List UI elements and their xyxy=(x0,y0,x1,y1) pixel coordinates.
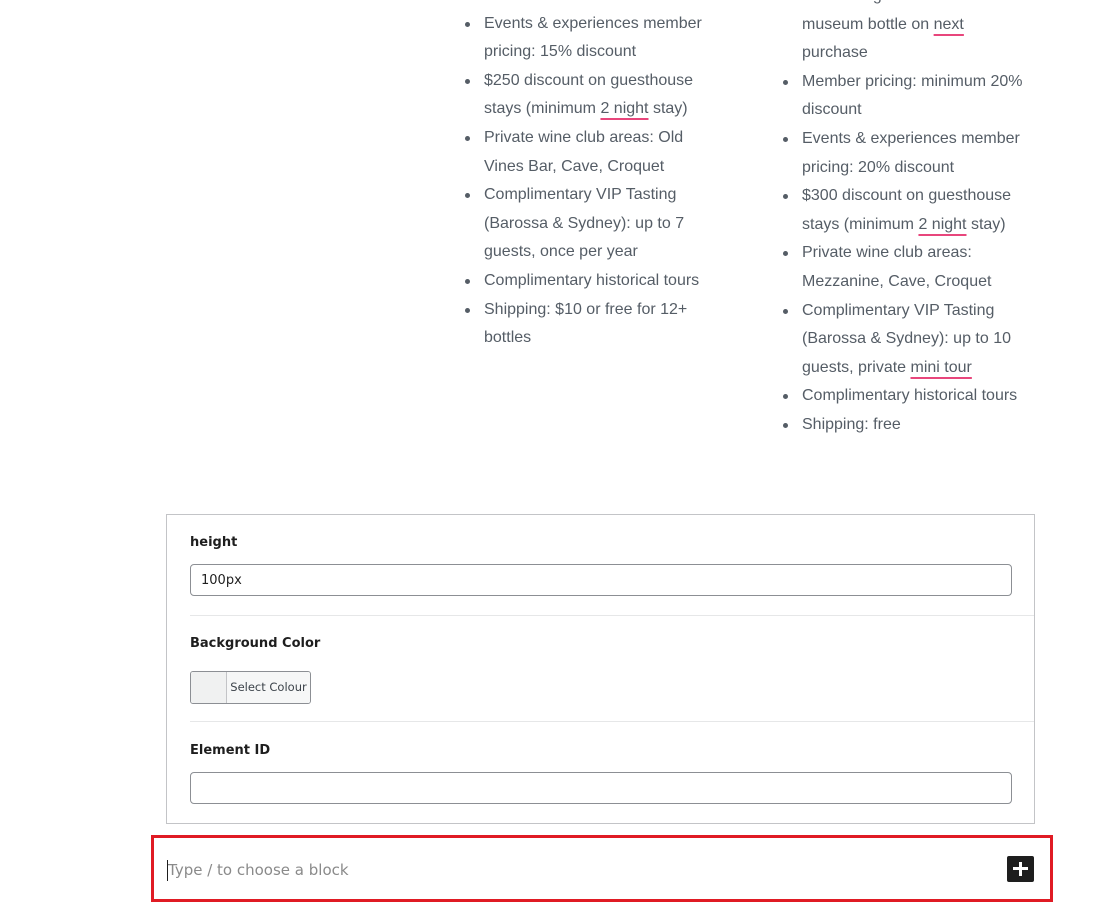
list-item: Complimentary VIP Tasting (Barossa & Syd… xyxy=(465,181,726,267)
list-item-text: guests, private mini tour xyxy=(802,354,1044,383)
divider xyxy=(190,615,1034,616)
list-item-text: purchase xyxy=(802,44,868,62)
list-item: Events & experiences member pricing: 15%… xyxy=(465,10,726,67)
list-item: $250 discount on guesthouse stays (minim… xyxy=(465,67,726,124)
list-item-text: Complimentary historical tours xyxy=(484,271,700,289)
height-input[interactable] xyxy=(190,564,1012,596)
list-item-text: Member pricing: minimum 20% xyxy=(802,72,1023,90)
list-item: Private wine club areas: Old Vines Bar, … xyxy=(465,124,726,181)
list-item-text: (Barossa & Sydney): up to 7 xyxy=(484,214,685,232)
divider xyxy=(190,721,1034,722)
list-item: Member pricing: minimum 20% discount xyxy=(783,68,1044,125)
spellcheck-flagged-text: next xyxy=(933,15,964,33)
element-id-input[interactable] xyxy=(190,772,1012,804)
element-id-label: Element ID xyxy=(190,743,271,758)
select-colour-label: Select Colour xyxy=(227,672,310,703)
list-item-text: guests, once per year xyxy=(484,243,638,261)
plus-icon xyxy=(1013,862,1028,876)
membership-benefits-list-left: discount Events & experiences member pri… xyxy=(465,0,726,353)
list-item: Shipping: $10 or free for 12+ bottles xyxy=(465,296,726,353)
color-swatch xyxy=(191,672,227,703)
list-item-text: discount xyxy=(802,101,862,119)
list-item-text: Welcome gift: hand-selected xyxy=(802,0,1044,11)
block-appender-input[interactable] xyxy=(168,856,968,884)
list-item: discount xyxy=(466,0,726,10)
list-item-text: Private wine club areas: Old xyxy=(484,128,684,146)
text-fragment: stay) xyxy=(648,100,688,118)
list-item-text: Mezzanine, Cave, Croquet xyxy=(802,272,992,290)
block-settings-panel: height Background Color Select Colour El… xyxy=(166,514,1035,824)
spellcheck-flagged-text: 2 night xyxy=(918,215,967,233)
list-item-text: Private wine club areas: xyxy=(802,244,972,262)
text-fragment: stay) xyxy=(966,215,1006,233)
height-label: height xyxy=(190,535,238,550)
list-item-text: stays (minimum 2 night stay) xyxy=(802,211,1044,240)
list-item: Private wine club areas: Mezzanine, Cave… xyxy=(783,239,1044,296)
list-item-text: Complimentary VIP Tasting xyxy=(484,186,677,204)
text-fragment: stays (minimum xyxy=(484,100,601,118)
spellcheck-flagged-text: 2 night xyxy=(600,100,649,118)
list-item-text: pricing: 15% discount xyxy=(484,43,637,61)
list-item: $300 discount on guesthouse stays (minim… xyxy=(783,182,1044,240)
list-item: Complimentary historical tours xyxy=(465,267,726,296)
text-fragment: guests, private xyxy=(802,358,911,376)
add-block-button[interactable] xyxy=(1007,856,1034,882)
list-item-text: $250 discount on guesthouse xyxy=(484,71,694,89)
list-item-text: Vines Bar, Cave, Croquet xyxy=(484,157,665,175)
list-item: Shipping: free xyxy=(783,411,1044,440)
list-item-text: $300 discount on guesthouse xyxy=(802,187,1012,205)
list-item: Events & experiences member pricing: 20%… xyxy=(783,125,1044,182)
membership-benefits-list-right: Welcome gift: hand-selected museum bottl… xyxy=(783,0,1044,440)
list-item-text: stays (minimum 2 night stay) xyxy=(484,95,726,124)
list-item-text: Shipping: $10 or free for 12+ xyxy=(484,300,688,318)
list-item: Complimentary historical tours xyxy=(783,382,1044,411)
spellcheck-flagged-text: mini tour xyxy=(910,358,972,376)
element-id-setting: Element ID xyxy=(190,743,1012,813)
list-item-text: museum bottle on next xyxy=(802,11,1044,40)
height-setting: height xyxy=(190,535,1012,617)
list-item-text: Shipping: free xyxy=(802,415,901,433)
background-color-setting: Background Color Select Colour xyxy=(190,636,1011,722)
background-color-label: Background Color xyxy=(190,636,321,651)
text-fragment: museum bottle on xyxy=(802,15,934,33)
list-item-text: pricing: 20% discount xyxy=(802,158,955,176)
list-item: Complimentary VIP Tasting (Barossa & Syd… xyxy=(783,297,1044,383)
list-item-text: (Barossa & Sydney): up to 10 xyxy=(802,330,1011,348)
list-item: Welcome gift: hand-selected museum bottl… xyxy=(784,0,1044,68)
list-item-text: discount xyxy=(484,0,726,10)
select-colour-button[interactable]: Select Colour xyxy=(190,671,311,704)
list-item-text: Events & experiences member xyxy=(802,129,1020,147)
list-item-text: bottles xyxy=(484,329,532,347)
list-item-text: Complimentary historical tours xyxy=(802,387,1018,405)
block-appender[interactable] xyxy=(151,835,1053,902)
list-item-text: Events & experiences member xyxy=(484,14,702,32)
text-fragment: stays (minimum xyxy=(802,215,919,233)
list-item-text: Complimentary VIP Tasting xyxy=(802,301,995,319)
